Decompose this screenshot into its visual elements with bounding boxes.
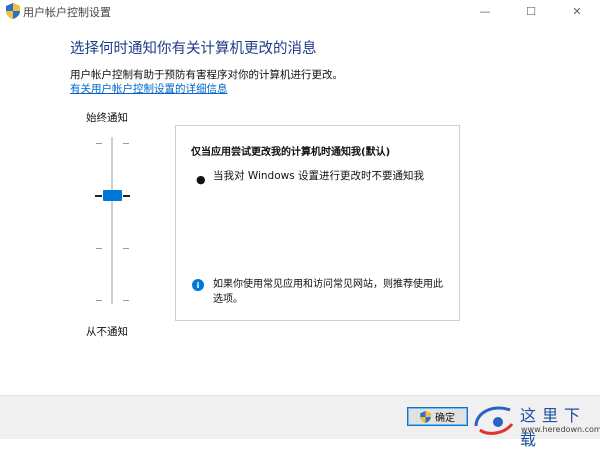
close-icon: ✕: [572, 4, 582, 18]
minimize-button[interactable]: —: [462, 0, 508, 22]
maximize-icon: ☐: [526, 4, 536, 18]
notification-slider-thumb[interactable]: [103, 190, 122, 201]
level-bullet-text: 当我对 Windows 设置进行更改时不要通知我: [213, 170, 425, 182]
bullet-icon: ●: [196, 173, 206, 186]
ok-button-label: 确定: [435, 413, 455, 424]
description-text: 用户帐户控制有助于预防有害程序对你的计算机进行更改。: [70, 69, 343, 81]
window-title: 用户帐户控制设置: [23, 6, 111, 19]
slider-tick: [123, 248, 129, 249]
slider-tick: [95, 195, 102, 197]
slider-tick: [96, 143, 102, 144]
close-button[interactable]: ✕: [554, 0, 600, 22]
maximize-button[interactable]: ☐: [508, 0, 554, 22]
notification-slider-track[interactable]: [111, 137, 113, 304]
page-heading: 选择何时通知你有关计算机更改的消息: [70, 41, 317, 57]
watermark-url: www.heredown.com: [521, 425, 600, 434]
ok-button[interactable]: 确定: [407, 407, 468, 426]
minimize-icon: —: [479, 4, 491, 18]
shield-icon: [420, 410, 431, 423]
info-icon: i: [192, 279, 204, 291]
slider-tick: [96, 248, 102, 249]
slider-tick: [123, 300, 129, 301]
slider-bottom-label: 从不通知: [86, 326, 128, 338]
recommendation-text: 如果你使用常见应用和访问常见网站，则推荐使用此选项。: [213, 279, 443, 305]
slider-top-label: 始终通知: [86, 112, 128, 124]
level-description-panel: 仅当应用尝试更改我的计算机时通知我(默认) ● 当我对 Windows 设置进行…: [175, 125, 460, 321]
watermark-logo-icon: [474, 406, 514, 435]
title-bar: 用户帐户控制设置 — ☐ ✕: [0, 0, 600, 22]
uac-shield-icon: [6, 3, 20, 19]
slider-tick: [123, 195, 130, 197]
slider-tick: [96, 300, 102, 301]
slider-tick: [123, 143, 129, 144]
level-title: 仅当应用尝试更改我的计算机时通知我(默认): [191, 147, 391, 158]
details-link[interactable]: 有关用户帐户控制设置的详细信息: [70, 81, 228, 96]
